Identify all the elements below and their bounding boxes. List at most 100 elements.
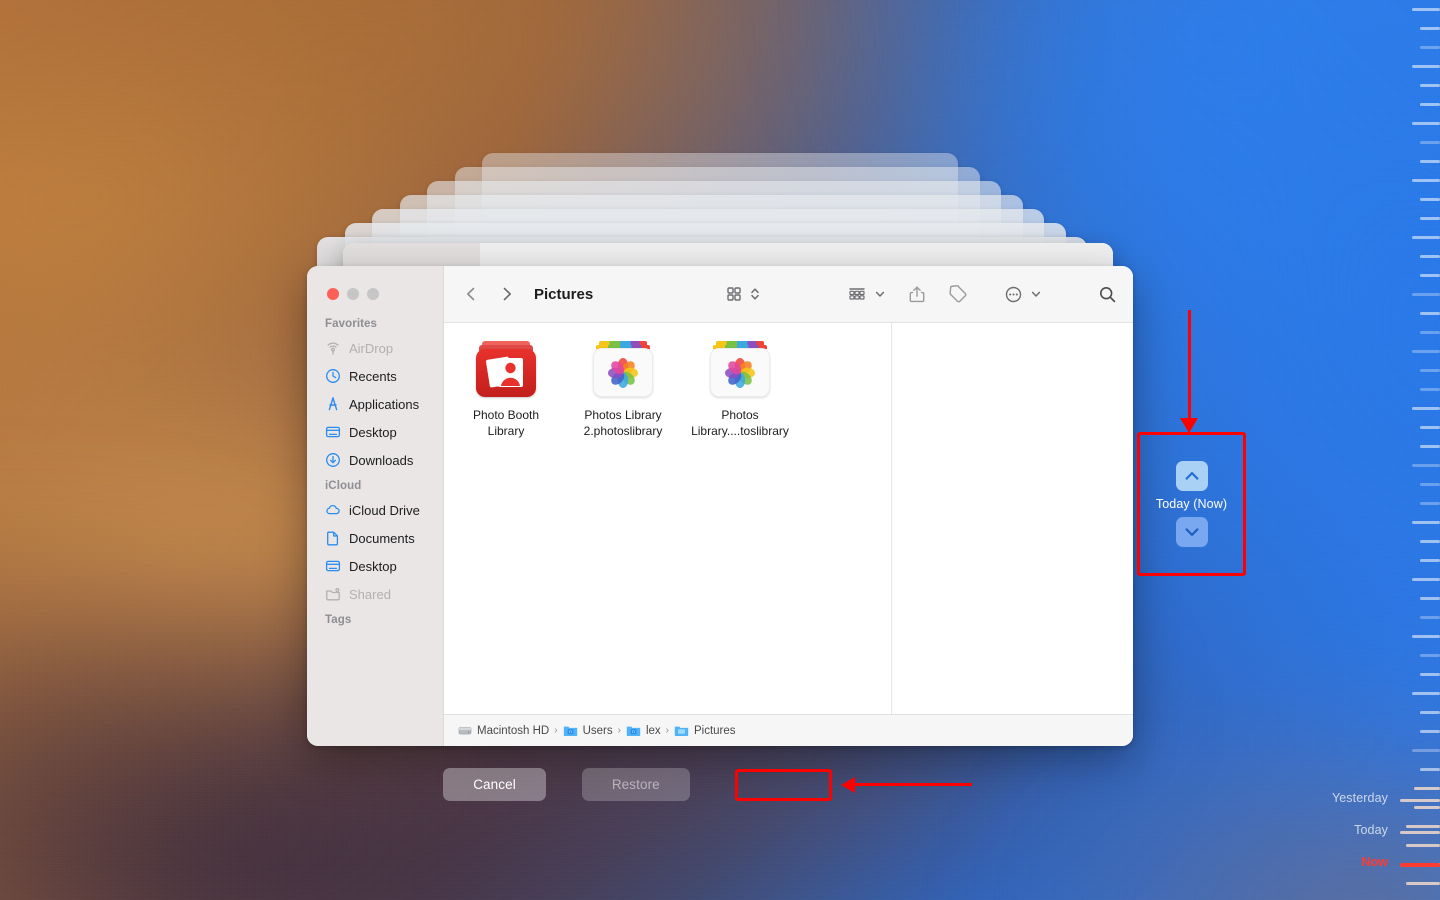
timeline-tick[interactable] xyxy=(1412,8,1440,11)
timeline-tick[interactable] xyxy=(1420,540,1440,543)
close-button[interactable] xyxy=(327,288,339,300)
sidebar-item-downloads[interactable]: Downloads xyxy=(307,446,443,474)
timeline-tick[interactable] xyxy=(1412,293,1440,296)
timeline-tick[interactable] xyxy=(1420,331,1440,334)
timeline-tick[interactable] xyxy=(1420,483,1440,486)
file-item[interactable]: Photos Library 2.photoslibrary xyxy=(568,341,678,439)
timeline-tick[interactable] xyxy=(1420,312,1440,315)
more-actions-control[interactable] xyxy=(1004,285,1042,304)
finder-window[interactable]: Favorites AirDrop Recents Applications Deskt… xyxy=(307,266,1133,746)
timeline-tick[interactable] xyxy=(1420,502,1440,505)
timeline-tick[interactable] xyxy=(1420,255,1440,258)
search-button[interactable] xyxy=(1098,285,1117,304)
timeline-tick[interactable] xyxy=(1420,274,1440,277)
timeline-tick[interactable] xyxy=(1412,65,1440,68)
back-button[interactable] xyxy=(462,285,480,303)
sidebar-item-shared[interactable]: Shared xyxy=(307,580,443,608)
finder-toolbar[interactable]: Pictures xyxy=(444,266,1133,323)
finder-sidebar[interactable]: Favorites AirDrop Recents Applications Deskt… xyxy=(307,266,444,746)
timeline-label[interactable]: Today xyxy=(1354,823,1388,837)
timeline-tick[interactable] xyxy=(1412,350,1440,353)
breadcrumb[interactable]: Macintosh HD › n Users › n lex › Pictures xyxy=(444,714,1133,746)
timeline-label[interactable]: Now xyxy=(1361,855,1388,869)
sidebar-item-icloud-drive[interactable]: iCloud Drive xyxy=(307,496,443,524)
view-mode-control[interactable] xyxy=(725,285,761,303)
timeline-marker-tick[interactable] xyxy=(1400,863,1440,867)
timeline-marker-tick[interactable] xyxy=(1400,831,1440,834)
timeline-tick[interactable] xyxy=(1412,236,1440,239)
timeline-tick[interactable] xyxy=(1412,578,1440,581)
timeline-tick[interactable] xyxy=(1406,882,1440,885)
timeline-tick[interactable] xyxy=(1412,464,1440,467)
minimize-button[interactable] xyxy=(347,288,359,300)
grid-view-icon[interactable] xyxy=(725,285,743,303)
timeline-tick[interactable] xyxy=(1420,141,1440,144)
finder-content-area[interactable]: Photo Booth Library Photos Library 2.photo… xyxy=(444,323,1133,714)
view-sort-chevrons-icon[interactable] xyxy=(749,285,761,303)
timeline-tick[interactable] xyxy=(1420,217,1440,220)
file-icon-grid[interactable]: Photo Booth Library Photos Library 2.photo… xyxy=(444,323,892,714)
timeline-tick[interactable] xyxy=(1420,426,1440,429)
timeline-tick[interactable] xyxy=(1412,179,1440,182)
timeline-tick[interactable] xyxy=(1420,198,1440,201)
timeline-label[interactable]: Yesterday xyxy=(1332,791,1388,805)
timeline-tick[interactable] xyxy=(1420,597,1440,600)
tag-icon[interactable] xyxy=(948,285,968,303)
more-actions-icon[interactable] xyxy=(1004,285,1023,304)
forward-button[interactable] xyxy=(498,285,516,303)
file-item[interactable]: Photos Library....toslibrary xyxy=(685,341,795,439)
timeline-tick[interactable] xyxy=(1406,844,1440,847)
breadcrumb-item[interactable]: n lex xyxy=(626,724,661,737)
sidebar-item-recents[interactable]: Recents xyxy=(307,362,443,390)
navigation-arrows[interactable] xyxy=(462,285,516,303)
timeline-tick[interactable] xyxy=(1420,46,1440,49)
restore-button[interactable]: Restore xyxy=(582,768,690,801)
timeline-tick[interactable] xyxy=(1412,692,1440,695)
timeline-tick[interactable] xyxy=(1412,749,1440,752)
search-icon[interactable] xyxy=(1098,285,1117,304)
timeline-tick[interactable] xyxy=(1420,445,1440,448)
breadcrumb-item[interactable]: n Users xyxy=(563,724,613,737)
timeline-tick[interactable] xyxy=(1420,27,1440,30)
timeline-tick[interactable] xyxy=(1420,730,1440,733)
timeline-tick[interactable] xyxy=(1420,673,1440,676)
share-icon[interactable] xyxy=(908,285,926,304)
timeline-tick[interactable] xyxy=(1414,806,1440,809)
timeline-tick[interactable] xyxy=(1420,559,1440,562)
timeline-tick[interactable] xyxy=(1412,521,1440,524)
group-by-control[interactable] xyxy=(847,285,886,303)
timeline-tick[interactable] xyxy=(1420,388,1440,391)
window-title: Pictures xyxy=(534,286,593,303)
sidebar-item-airdrop[interactable]: AirDrop xyxy=(307,334,443,362)
timeline-tick[interactable] xyxy=(1406,825,1440,828)
breadcrumb-item[interactable]: Macintosh HD xyxy=(458,724,549,737)
timeline-tick[interactable] xyxy=(1420,160,1440,163)
timeline-tick[interactable] xyxy=(1420,103,1440,106)
breadcrumb-item[interactable]: Pictures xyxy=(674,724,736,737)
sidebar-item-desktop[interactable]: Desktop xyxy=(307,418,443,446)
zoom-button[interactable] xyxy=(367,288,379,300)
group-by-icon[interactable] xyxy=(847,285,867,303)
timeline-tick[interactable] xyxy=(1420,711,1440,714)
chevron-down-icon[interactable] xyxy=(874,288,886,300)
tag-button[interactable] xyxy=(948,285,968,303)
window-traffic-lights[interactable] xyxy=(327,288,379,300)
timeline-tick[interactable] xyxy=(1420,84,1440,87)
timeline-tick[interactable] xyxy=(1420,654,1440,657)
timeline-tick[interactable] xyxy=(1412,407,1440,410)
time-machine-timeline[interactable] xyxy=(1394,0,1440,900)
timeline-tick[interactable] xyxy=(1414,787,1440,790)
sidebar-item-documents[interactable]: Documents xyxy=(307,524,443,552)
timeline-tick[interactable] xyxy=(1420,616,1440,619)
cancel-button[interactable]: Cancel xyxy=(443,768,546,801)
sidebar-item-applications[interactable]: Applications xyxy=(307,390,443,418)
timeline-tick[interactable] xyxy=(1420,768,1440,771)
share-button[interactable] xyxy=(908,285,926,304)
sidebar-item-desktop[interactable]: Desktop xyxy=(307,552,443,580)
timeline-tick[interactable] xyxy=(1412,122,1440,125)
file-item[interactable]: Photo Booth Library xyxy=(451,341,561,439)
timeline-tick[interactable] xyxy=(1420,369,1440,372)
timeline-tick[interactable] xyxy=(1412,635,1440,638)
timeline-marker-tick[interactable] xyxy=(1400,799,1440,802)
chevron-down-icon[interactable] xyxy=(1030,288,1042,300)
